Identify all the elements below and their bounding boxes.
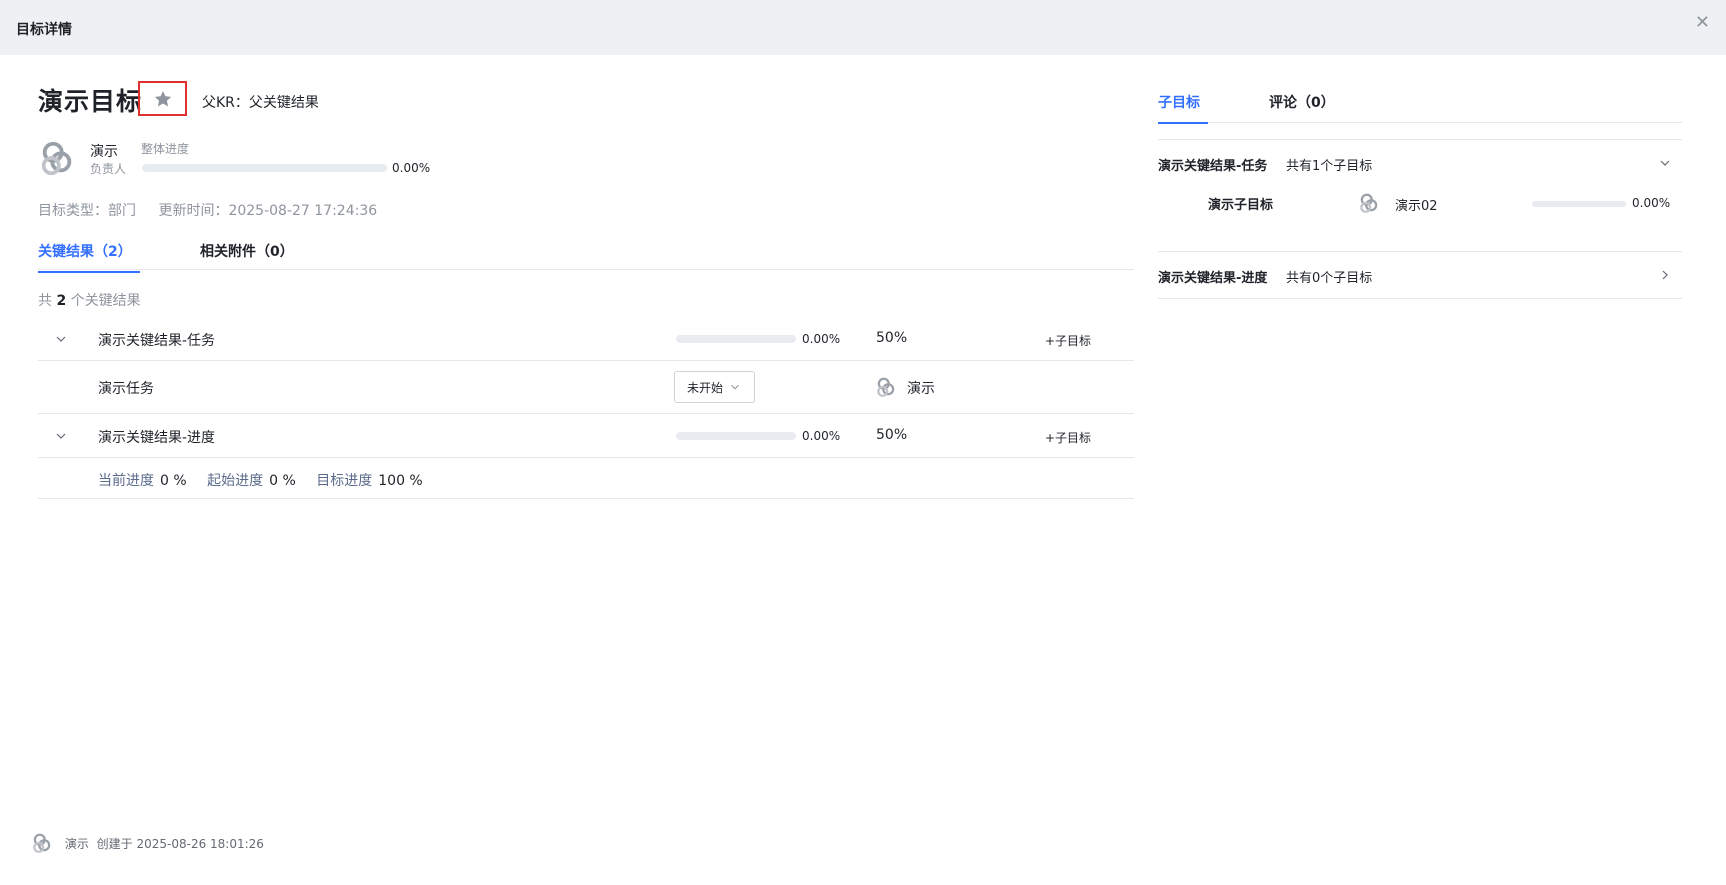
start-progress-value: 0 % [269, 473, 296, 489]
created-info: 演示 创建于 2025-08-26 18:01:26 [31, 832, 264, 854]
goal-type: 目标类型：部门 [38, 203, 136, 219]
created-time: 创建于 2025-08-26 18:01:26 [96, 836, 264, 851]
target-progress-value: 100 % [378, 473, 423, 489]
task-owner-name: 演示 [907, 381, 935, 397]
right-tabs: 子目标 评论（0） [1158, 82, 1682, 124]
tab-key-results[interactable]: 关键结果（2） [38, 241, 140, 273]
kr-weight: 50% [876, 427, 908, 443]
start-progress-label: 起始进度 [207, 473, 264, 489]
progress-detail-row: 当前进度 0 % 起始进度 0 % 目标进度 100 % [38, 458, 1134, 499]
kr-count: 共 2 个关键结果 [38, 290, 141, 310]
kr-progress-bar [676, 432, 796, 440]
creator-name: 演示 [64, 836, 89, 851]
sub-group-title: 演示关键结果-任务 [1158, 159, 1268, 174]
sub-goal-progress-bar [1532, 201, 1626, 207]
sub-group-count: 共有1个子目标 [1286, 159, 1373, 174]
add-sub-goal-button[interactable]: +子目标 [1045, 332, 1091, 349]
kr-count-suffix: 个关键结果 [70, 293, 141, 309]
kr-name[interactable]: 演示关键结果-进度 [98, 427, 215, 447]
task-name[interactable]: 演示任务 [98, 378, 154, 398]
chevron-down-icon[interactable] [1658, 156, 1672, 170]
kr-progress-value: 0.00% [802, 429, 841, 443]
kr-progress-value: 0.00% [802, 332, 841, 346]
target-progress-label: 目标进度 [316, 473, 373, 489]
overall-progress-value: 0.00% [392, 161, 431, 175]
kr-row: 演示关键结果-进度 0.00% 50% +子目标 [38, 414, 1134, 458]
sub-group-title: 演示关键结果-进度 [1158, 271, 1268, 286]
kr-count-prefix: 共 [38, 293, 52, 309]
kr-weight: 50% [876, 330, 908, 346]
sub-goal-owner-avatar [1360, 193, 1378, 213]
add-sub-goal-button[interactable]: +子目标 [1045, 429, 1091, 446]
goal-updated-time: 更新时间：2025-08-27 17:24:36 [158, 203, 378, 219]
owner-name: 演示 [90, 144, 118, 160]
owner-avatar [41, 141, 72, 176]
task-owner-avatar [877, 377, 895, 397]
chevron-down-icon [731, 384, 739, 390]
sub-goal-group: 演示关键结果-进度 共有0个子目标 [1158, 251, 1682, 299]
chevron-down-icon[interactable] [54, 332, 68, 346]
sub-goal-progress-value: 0.00% [1632, 196, 1671, 210]
chevron-right-icon[interactable] [1658, 268, 1672, 282]
left-tabs: 关键结果（2） 相关附件（0） [38, 231, 1134, 273]
dialog-body: 演示目标 父KR：父关键结果 演示 负责人 整体进度 0.00% 目标类型：部门… [0, 55, 1726, 885]
task-status-value: 未开始 [687, 380, 724, 395]
kr-count-number: 2 [56, 293, 67, 309]
chevron-down-icon[interactable] [54, 429, 68, 443]
sub-group-count: 共有0个子目标 [1286, 271, 1373, 286]
task-status-select[interactable]: 未开始 [674, 371, 755, 403]
tab-sub-goals[interactable]: 子目标 [1158, 92, 1208, 124]
dialog-title: 目标详情 [16, 22, 72, 38]
kr-progress-bar [676, 335, 796, 343]
goal-title: 演示目标 [38, 87, 143, 116]
close-icon[interactable]: ✕ [1695, 13, 1710, 33]
sub-goal-group: 演示关键结果-任务 共有1个子目标 演示子目标 演示02 0.00% [1158, 139, 1682, 251]
progress-detail: 当前进度 0 % 起始进度 0 % 目标进度 100 % [98, 470, 439, 490]
tab-comments[interactable]: 评论（0） [1269, 92, 1335, 112]
overall-progress-label: 整体进度 [141, 142, 190, 156]
current-progress-value: 0 % [160, 473, 187, 489]
creator-avatar [33, 833, 51, 853]
star-icon [154, 90, 171, 106]
parent-kr-link[interactable]: 父KR：父关键结果 [202, 92, 319, 112]
goal-meta: 目标类型：部门 更新时间：2025-08-27 17:24:36 [38, 200, 395, 220]
dialog-header: 目标详情 ✕ [0, 0, 1726, 55]
kr-name[interactable]: 演示关键结果-任务 [98, 330, 215, 350]
task-row: 演示任务 未开始 演示 [38, 361, 1134, 414]
current-progress-label: 当前进度 [98, 473, 154, 489]
favorite-button[interactable] [138, 81, 187, 116]
sub-goal-owner: 演示02 [1395, 199, 1438, 214]
sub-goal-name[interactable]: 演示子目标 [1208, 194, 1273, 213]
tab-attachments[interactable]: 相关附件（0） [200, 241, 294, 261]
owner-role: 负责人 [90, 162, 127, 176]
kr-row: 演示关键结果-任务 0.00% 50% +子目标 [38, 317, 1134, 361]
overall-progress-bar [142, 164, 387, 172]
